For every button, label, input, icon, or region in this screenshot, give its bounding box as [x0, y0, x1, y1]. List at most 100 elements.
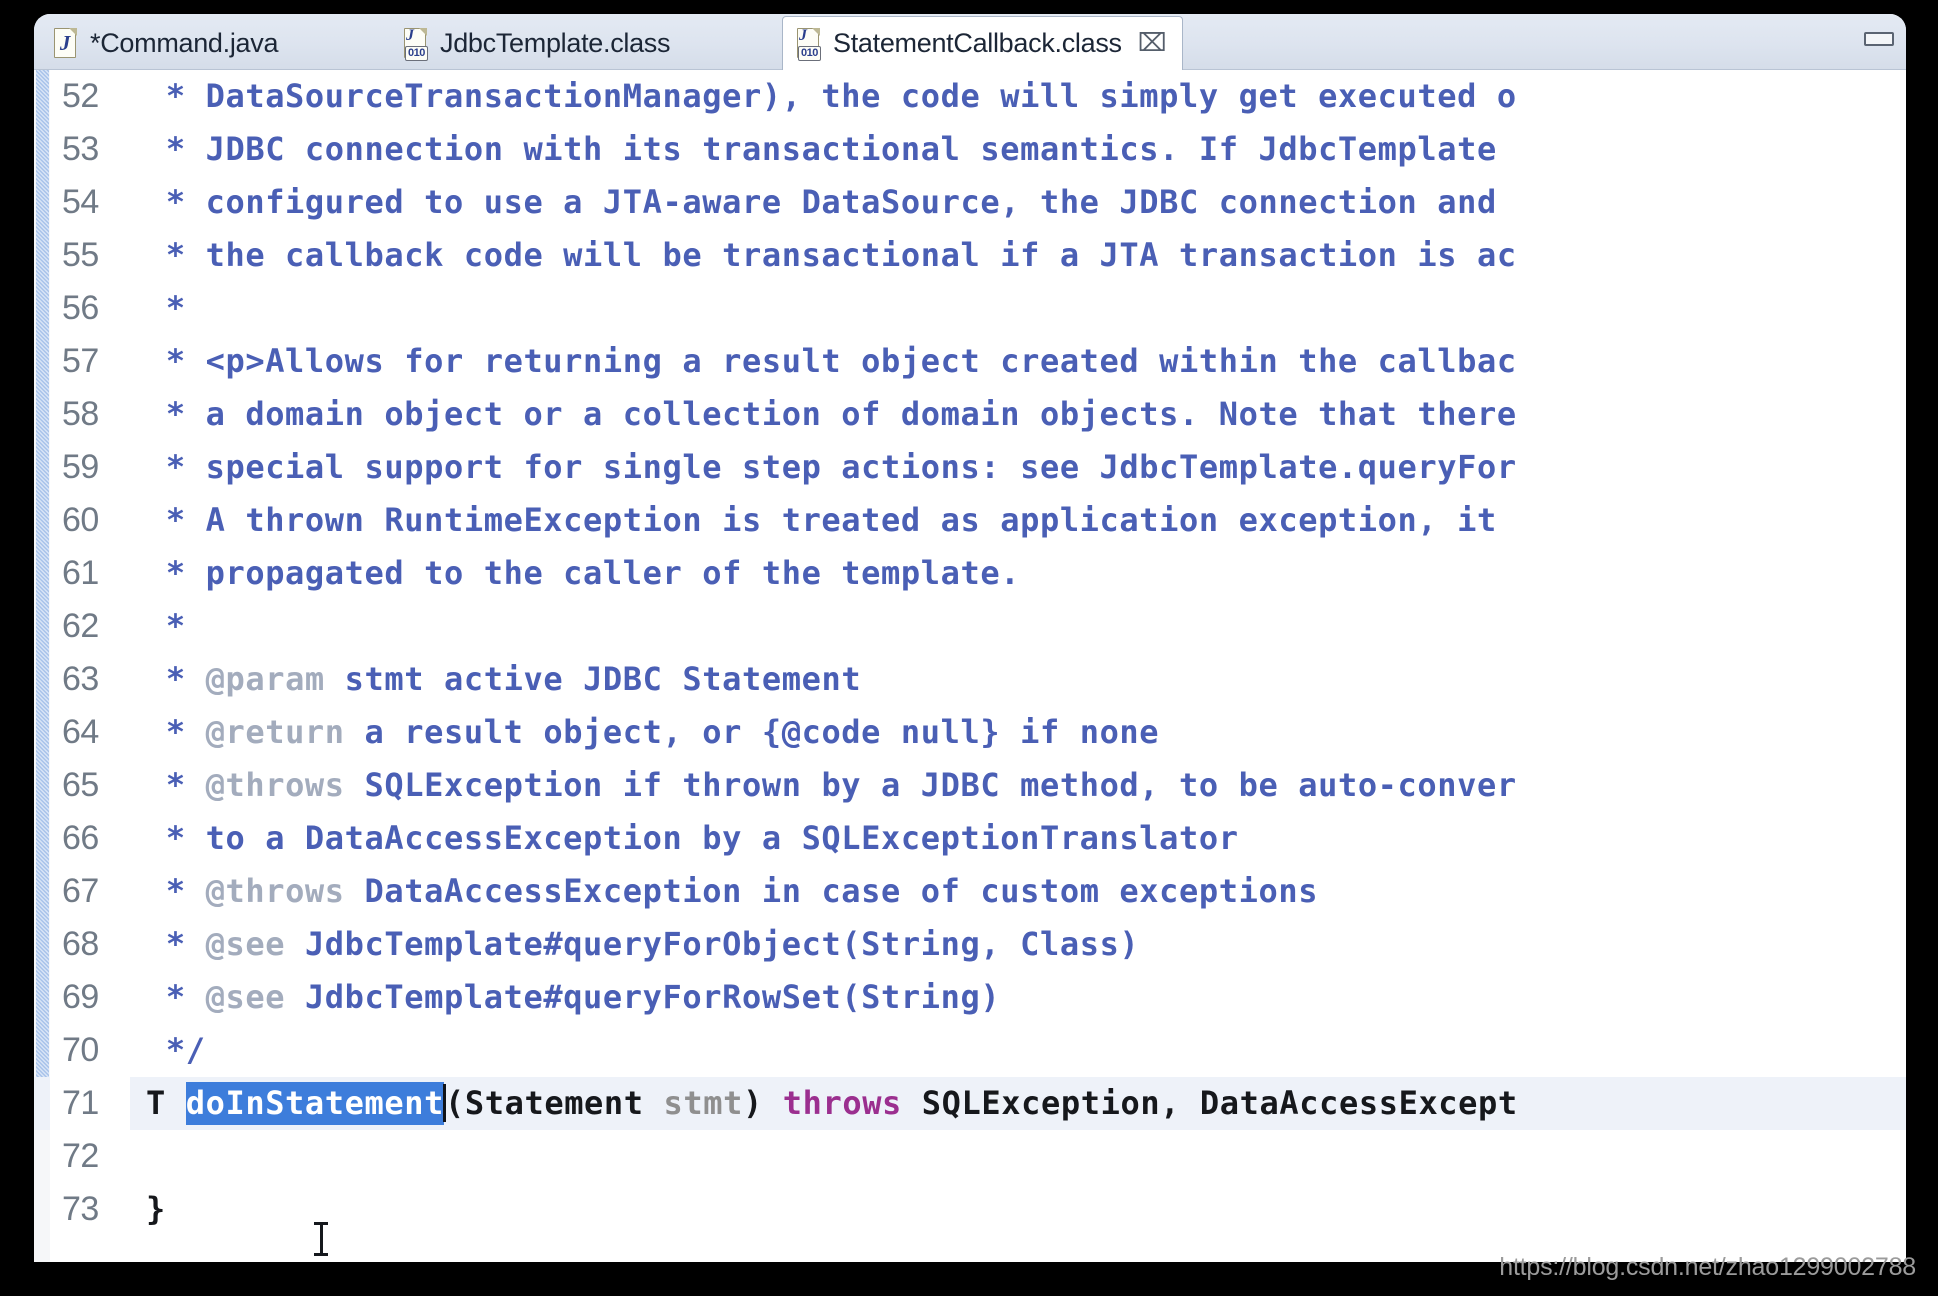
- code-line-row[interactable]: 59 * special support for single step act…: [34, 441, 1906, 494]
- line-number: 69: [62, 978, 99, 1016]
- code-line-row[interactable]: 60 * A thrown RuntimeException is treate…: [34, 494, 1906, 547]
- code-token: * special support for single step action…: [146, 448, 1517, 486]
- tab-label: JdbcTemplate.class: [440, 28, 671, 58]
- code-token: SQLException if thrown by a JDBC method,…: [344, 766, 1517, 804]
- code-line-text: * @throws DataAccessException in case of…: [146, 865, 1318, 918]
- line-number: 71: [50, 1077, 130, 1130]
- java-file-icon: J: [54, 27, 80, 60]
- code-line-row[interactable]: 54 * configured to use a JTA-aware DataS…: [34, 176, 1906, 229]
- code-line-text: * @return a result object, or {@code nul…: [146, 706, 1159, 759]
- code-token: stmt active JDBC Statement: [324, 660, 862, 698]
- code-token: *: [146, 872, 206, 910]
- code-token: T: [146, 1084, 186, 1122]
- code-line-text: * <p>Allows for returning a result objec…: [146, 335, 1517, 388]
- code-token: */: [146, 1031, 206, 1069]
- code-line-text: * special support for single step action…: [146, 441, 1517, 494]
- tab-label: StatementCallback.class: [833, 28, 1122, 58]
- tab-label: *Command.java: [90, 28, 279, 58]
- code-line-row[interactable]: 66 * to a DataAccessException by a SQLEx…: [34, 812, 1906, 865]
- code-line-text: * propagated to the caller of the templa…: [146, 547, 1020, 600]
- code-token: * propagated to the caller of the templa…: [146, 554, 1021, 592]
- code-token: JdbcTemplate#queryForObject(String, Clas…: [285, 925, 1140, 963]
- code-token: * <p>Allows for returning a result objec…: [146, 342, 1517, 380]
- class-file-icon: J 010: [404, 27, 430, 61]
- code-line-row[interactable]: 71 T doInStatement(Statement stmt) throws…: [34, 1077, 1906, 1130]
- code-line-row[interactable]: 55 * the callback code will be transacti…: [34, 229, 1906, 282]
- code-line-text: * @see JdbcTemplate#queryForRowSet(Strin…: [146, 971, 1000, 1024]
- line-number: 60: [62, 501, 99, 539]
- code-line-text: * JDBC connection with its transactional…: [146, 123, 1497, 176]
- code-token: doInStatement: [185, 1082, 444, 1125]
- code-lines[interactable]: 52 * DataSourceTransactionManager), the …: [34, 70, 1906, 1262]
- class-file-icon: J 010: [797, 27, 823, 61]
- eclipse-editor-window: J *Command.java J 010 JdbcTemplate.class…: [34, 14, 1906, 1262]
- minimize-icon[interactable]: [1864, 32, 1894, 46]
- code-token: SQLException, DataAccessExcept: [901, 1084, 1518, 1122]
- tab-command-java[interactable]: J *Command.java: [40, 18, 294, 69]
- line-number: 55: [62, 236, 99, 274]
- tab-statementcallback-class[interactable]: J 010 StatementCallback.class ⌧: [782, 16, 1184, 70]
- code-line-row[interactable]: 67 * @throws DataAccessException in case…: [34, 865, 1906, 918]
- code-line-text: * the callback code will be transactiona…: [146, 229, 1517, 282]
- line-number: 59: [62, 448, 99, 486]
- code-token: *: [146, 766, 206, 804]
- code-line-row[interactable]: 72: [34, 1130, 1906, 1183]
- code-token: }: [146, 1190, 166, 1228]
- code-token: *: [146, 289, 186, 327]
- line-number: 54: [62, 183, 99, 221]
- code-token: * JDBC connection with its transactional…: [146, 130, 1497, 168]
- code-token: * the callback code will be transactiona…: [146, 236, 1517, 274]
- code-token: (Statement: [445, 1084, 664, 1122]
- line-number: 58: [62, 395, 99, 433]
- code-token: ): [743, 1084, 783, 1122]
- code-line-row[interactable]: 64 * @return a result object, or {@code …: [34, 706, 1906, 759]
- code-line-row[interactable]: 69 * @see JdbcTemplate#queryForRowSet(St…: [34, 971, 1906, 1024]
- line-number: 62: [62, 607, 99, 645]
- code-line-row[interactable]: 56 *: [34, 282, 1906, 335]
- code-token: * A thrown RuntimeException is treated a…: [146, 501, 1517, 539]
- code-token: JdbcTemplate#queryForRowSet(String): [285, 978, 1001, 1016]
- code-token: stmt: [663, 1084, 743, 1122]
- code-line-text: * to a DataAccessException by a SQLExcep…: [146, 812, 1239, 865]
- code-token: throws: [782, 1084, 902, 1122]
- code-editor-area[interactable]: 52 * DataSourceTransactionManager), the …: [34, 70, 1906, 1262]
- code-line-text: }: [146, 1183, 166, 1236]
- code-token: *: [146, 660, 206, 698]
- line-number: 53: [62, 130, 99, 168]
- code-line-text: * DataSourceTransactionManager), the cod…: [146, 70, 1517, 123]
- watermark: https://blog.csdn.net/zhao1299002788: [1499, 1253, 1916, 1281]
- code-token: @see: [205, 978, 286, 1016]
- code-line-row[interactable]: 70 */: [34, 1024, 1906, 1077]
- line-number: 67: [62, 872, 99, 910]
- code-line-text: T doInStatement(Statement stmt) throws S…: [146, 1077, 1518, 1130]
- code-line-text: * @throws SQLException if thrown by a JD…: [146, 759, 1517, 812]
- code-token: * configured to use a JTA-aware DataSour…: [146, 183, 1497, 221]
- code-line-row[interactable]: 61 * propagated to the caller of the tem…: [34, 547, 1906, 600]
- code-token: * a domain object or a collection of dom…: [146, 395, 1517, 433]
- code-line-row[interactable]: 57 * <p>Allows for returning a result ob…: [34, 335, 1906, 388]
- code-token: @see: [205, 925, 286, 963]
- close-icon[interactable]: ⌧: [1138, 31, 1167, 56]
- code-line-row[interactable]: 62 *: [34, 600, 1906, 653]
- code-line-row[interactable]: 52 * DataSourceTransactionManager), the …: [34, 70, 1906, 123]
- code-line-row[interactable]: 73}: [34, 1183, 1906, 1236]
- code-line-row[interactable]: 68 * @see JdbcTemplate#queryForObject(St…: [34, 918, 1906, 971]
- code-line-row[interactable]: 53 * JDBC connection with its transactio…: [34, 123, 1906, 176]
- code-token: *: [146, 925, 206, 963]
- code-line-text: * a domain object or a collection of dom…: [146, 388, 1517, 441]
- code-line-row[interactable]: 58 * a domain object or a collection of …: [34, 388, 1906, 441]
- line-number: 56: [62, 289, 99, 327]
- screenshot-root: J *Command.java J 010 JdbcTemplate.class…: [0, 0, 1938, 1296]
- code-line-text: *: [146, 600, 186, 653]
- line-number: 65: [62, 766, 99, 804]
- line-number: 52: [62, 77, 99, 115]
- code-line-row[interactable]: 63 * @param stmt active JDBC Statement: [34, 653, 1906, 706]
- line-number: 68: [62, 925, 99, 963]
- code-line-row[interactable]: 65 * @throws SQLException if thrown by a…: [34, 759, 1906, 812]
- line-number: 64: [62, 713, 99, 751]
- tab-jdbctemplate-class[interactable]: J 010 JdbcTemplate.class: [390, 18, 686, 69]
- code-token: * to a DataAccessException by a SQLExcep…: [146, 819, 1239, 857]
- line-number: 61: [62, 554, 99, 592]
- code-token: * DataSourceTransactionManager), the cod…: [146, 77, 1517, 115]
- line-number: 63: [62, 660, 99, 698]
